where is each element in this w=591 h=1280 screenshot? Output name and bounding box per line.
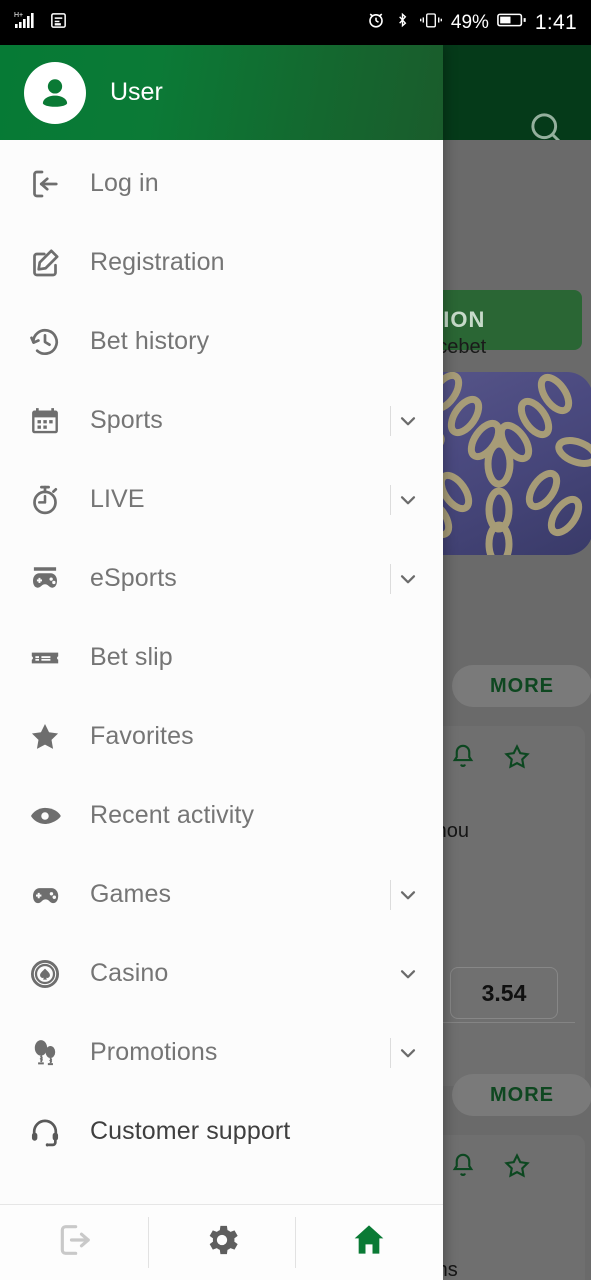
- edit-square-icon: [24, 245, 66, 281]
- drawer-item-promotions[interactable]: Promotions: [0, 1013, 443, 1092]
- drawer-bottom-bar: [0, 1204, 443, 1280]
- drawer-item-sports[interactable]: Sports: [0, 381, 443, 460]
- chevron-down-icon[interactable]: [395, 882, 421, 908]
- calendar-icon: [24, 403, 66, 439]
- drawer-item-label: Promotions: [90, 1038, 218, 1066]
- drawer-menu-list: Log in Registration Bet history Sports LIVE e…: [0, 140, 443, 1204]
- drawer-item-divider: [390, 405, 391, 436]
- drawer-item-label: Sports: [90, 406, 163, 434]
- clock-history-icon: [24, 324, 66, 360]
- drawer-item-label: Favorites: [90, 722, 194, 750]
- chevron-down-icon[interactable]: [395, 1040, 421, 1066]
- chevron-down-icon[interactable]: [395, 408, 421, 434]
- status-bar-time: 1:41: [534, 10, 577, 34]
- login-icon: [24, 166, 66, 202]
- battery-percent: 49%: [450, 11, 489, 33]
- svg-text:H+: H+: [14, 12, 23, 19]
- logout-icon: [54, 1220, 94, 1265]
- bottom-bar-logout-button[interactable]: [0, 1205, 148, 1280]
- bottom-bar-settings-button[interactable]: [147, 1205, 296, 1280]
- drawer-item-label: eSports: [90, 564, 177, 592]
- battery-icon: [497, 12, 527, 34]
- vibrate-mode-icon: [419, 10, 443, 36]
- headset-icon: [24, 1114, 66, 1150]
- drawer-item-bet-slip[interactable]: Bet slip: [0, 618, 443, 697]
- eye-icon: [24, 798, 66, 834]
- drawer-item-label: Games: [90, 880, 172, 908]
- drawer-item-log-in[interactable]: Log in: [0, 144, 443, 223]
- casino-chip-icon: [24, 956, 66, 992]
- drawer-header[interactable]: User: [0, 45, 443, 140]
- drawer-item-games[interactable]: Games: [0, 855, 443, 934]
- gear-icon: [202, 1220, 242, 1265]
- drawer-item-label: Log in: [90, 169, 159, 197]
- drawer-item-casino[interactable]: Casino: [0, 934, 443, 1013]
- drawer-item-divider: [390, 1037, 391, 1068]
- drawer-item-label: Registration: [90, 248, 225, 276]
- drawer-item-divider: [390, 484, 391, 515]
- gamepad-icon: [24, 877, 66, 913]
- notification-list-icon: [49, 11, 68, 35]
- chevron-down-icon[interactable]: [395, 961, 421, 987]
- chevron-down-icon[interactable]: [395, 487, 421, 513]
- drawer-item-label: LIVE: [90, 485, 145, 513]
- drawer-item-live[interactable]: LIVE: [0, 460, 443, 539]
- drawer-item-divider: [390, 879, 391, 910]
- ticket-icon: [24, 640, 66, 676]
- bottom-bar-home-button[interactable]: [295, 1205, 443, 1280]
- home-icon: [349, 1220, 389, 1265]
- balloons-icon: [24, 1035, 66, 1071]
- drawer-item-divider: [390, 563, 391, 594]
- bluetooth-icon: [394, 10, 411, 36]
- drawer-item-esports[interactable]: eSports: [0, 539, 443, 618]
- drawer-item-customer-support[interactable]: Customer support: [0, 1092, 443, 1171]
- drawer-item-recent-activity[interactable]: Recent activity: [0, 776, 443, 855]
- user-avatar-icon[interactable]: [24, 61, 86, 124]
- drawer-item-registration[interactable]: Registration: [0, 223, 443, 302]
- esports-gamepad-icon: [24, 561, 66, 597]
- navigation-drawer: User Log in Registration Bet history Sports…: [0, 45, 443, 1280]
- drawer-item-label: Customer support: [90, 1117, 291, 1145]
- signal-bars-icon: H+: [14, 10, 40, 35]
- drawer-item-label: Recent activity: [90, 801, 255, 829]
- drawer-user-name: User: [110, 78, 163, 106]
- drawer-item-label: Casino: [90, 959, 169, 987]
- drawer-item-label: Bet history: [90, 327, 210, 355]
- drawer-item-favorites[interactable]: Favorites: [0, 697, 443, 776]
- star-icon: [24, 719, 66, 755]
- stopwatch-icon: [24, 482, 66, 518]
- drawer-item-bet-history[interactable]: Bet history: [0, 302, 443, 381]
- drawer-item-label: Bet slip: [90, 643, 173, 671]
- status-bar: H+ 49% 1:41: [0, 0, 591, 45]
- chevron-down-icon[interactable]: [395, 566, 421, 592]
- alarm-clock-icon: [366, 10, 386, 36]
